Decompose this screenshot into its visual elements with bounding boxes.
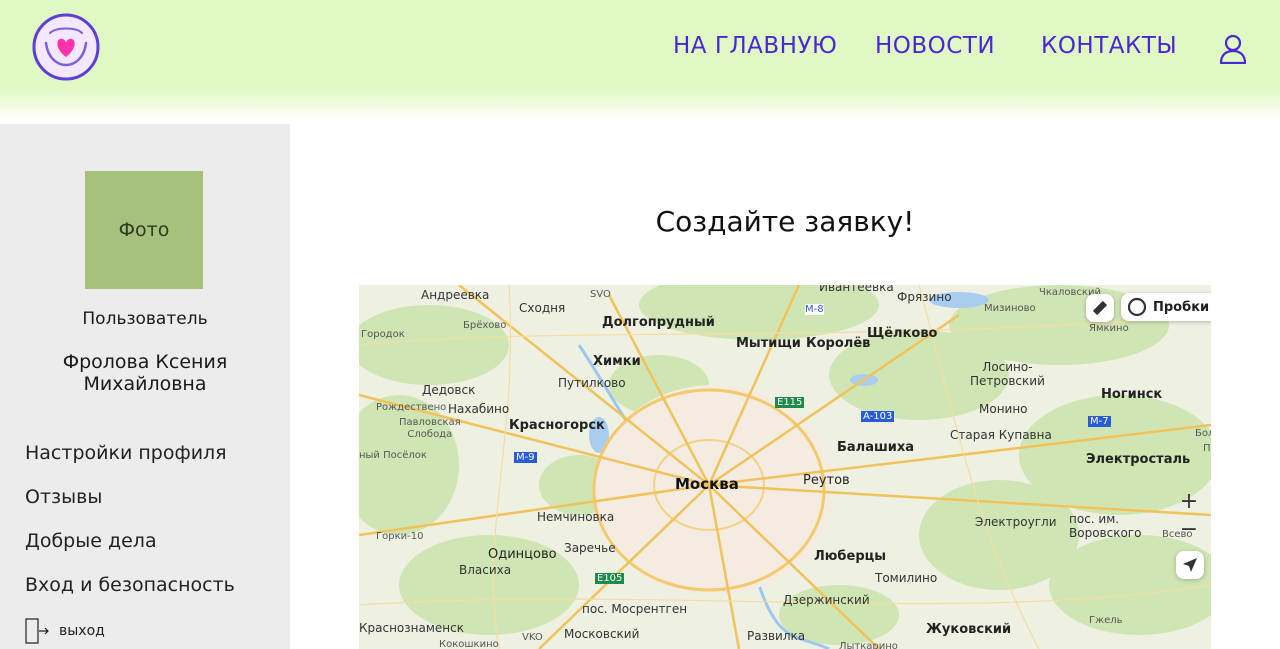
map-label: Ивантеевка [819,285,894,294]
map-label: Дзержинский [783,593,870,607]
map-label: M-9 [514,452,537,463]
ruler-button[interactable] [1086,294,1114,322]
map-label: Гжель [1089,615,1123,626]
map-label: Андреевка [421,288,490,302]
map-label: Старая Купавна [950,428,1052,442]
map-label: Монино [979,402,1028,416]
menu-good-deeds[interactable]: Добрые дела [25,530,157,552]
map-label: Фрязино [897,290,952,304]
map-label: Ямкино [1089,323,1129,334]
map-label: Власиха [459,563,512,577]
map-label: Электроугли [975,515,1057,529]
map-label: VKO [522,632,543,643]
map-label: Краснознаменск [359,621,464,635]
photo-label: Фото [118,219,170,241]
user-icon[interactable] [1219,34,1247,65]
map-label: Мизиново [984,303,1036,314]
map-label: Путилково [558,376,626,390]
map-label: Томилино [875,571,938,585]
map-label: Горки-10 [376,531,424,542]
map-label: Брёхово [463,320,507,331]
map-label: Красногорск [509,418,605,433]
profile-sidebar: Фото Пользователь Фролова Ксения Михайло… [0,124,290,649]
map-label: Электросталь [1086,452,1191,467]
map-label: пос. Мосрентген [582,602,688,616]
map-label: M-7 [1088,416,1111,427]
user-role: Пользователь [82,309,208,329]
map-label: Кокошкино [439,639,499,649]
map-label: Химки [593,354,641,369]
map-label: Ногинск [1101,387,1163,402]
map-label: Одинцово [488,547,557,562]
zoom-in-button[interactable]: + [1176,488,1202,514]
map-label: E105 [595,573,625,584]
map-label: Королёв [806,336,871,351]
profile-photo[interactable]: Фото [85,171,203,289]
menu-login-security[interactable]: Вход и безопасность [25,574,235,596]
map-label: Балашиха [837,440,915,455]
map-label: Реутов [803,473,850,488]
map-label: Лосино- Петровский [970,360,1045,388]
traffic-button[interactable]: Пробки [1121,293,1211,321]
map-label: Развилка [747,629,806,643]
map-label: Нахабино [448,402,510,416]
zoom-out-button[interactable]: − [1176,516,1202,542]
map-label: Дедовск [422,383,476,397]
map-label: пос. им. Воровского [1069,512,1142,540]
heart-hands-logo-icon [32,13,100,81]
page-title: Создайте заявку! [655,205,915,238]
map-label: Долгопрудный [602,315,715,330]
ruler-icon [1092,300,1108,316]
map-label: A-103 [861,411,895,422]
map-label: Немчиновка [537,510,615,524]
map-label: E115 [775,397,805,408]
traffic-icon [1127,297,1147,317]
location-arrow-icon [1183,558,1197,572]
map-label: Бол [1195,428,1211,439]
map-label: Сходня [519,301,566,315]
geolocation-button[interactable] [1176,551,1204,579]
nav-news[interactable]: НОВОСТИ [875,33,995,59]
map-label: П [1203,443,1211,454]
logout-label: выход [59,623,105,639]
map-label: Лыткарино [839,641,898,649]
map-label: Мытищи [736,336,801,351]
logout-icon [25,618,49,644]
logo[interactable] [32,13,100,81]
map-label: SVO [590,289,611,300]
map-label: Заречье [564,541,616,555]
header: НА ГЛАВНУЮ НОВОСТИ КОНТАКТЫ [0,0,1280,122]
map-label: Жуковский [926,622,1012,637]
logout-button[interactable]: выход [25,618,105,644]
map-label: M-8 [805,304,824,315]
yandex-map[interactable]: Андреевка Сходня SVO Ивантеевка Фрязино … [359,285,1211,649]
map-label: Павловская Слобода [399,417,461,440]
map-label: ный Посёлок [359,450,427,461]
nav-home[interactable]: НА ГЛАВНУЮ [673,33,837,59]
map-label: Щёлково [867,326,938,341]
nav-contacts[interactable]: КОНТАКТЫ [1041,33,1177,59]
traffic-label: Пробки [1153,299,1210,315]
map-label: Москва [675,475,739,493]
map-label: Городок [361,329,405,340]
map-label: Люберцы [814,549,887,564]
user-full-name: Фролова Ксения Михайловна [62,351,228,395]
map-label: Рождествено [376,402,447,413]
menu-reviews[interactable]: Отзывы [25,486,102,508]
map-label: Московский [564,627,640,641]
menu-profile-settings[interactable]: Настройки профиля [25,442,227,464]
